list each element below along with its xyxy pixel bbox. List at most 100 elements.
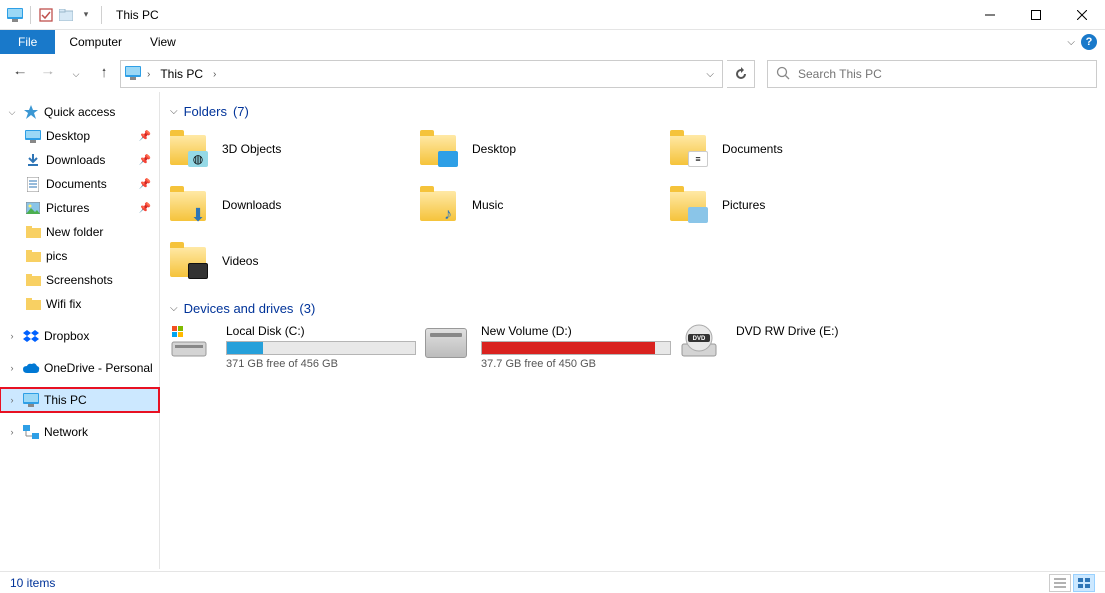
help-icon[interactable]: ? [1081,34,1097,50]
tiles-view-button[interactable] [1073,574,1095,592]
sidebar-item-screenshots[interactable]: Screenshots [0,268,159,292]
status-item-count: 10 items [10,576,55,590]
chevron-down-icon[interactable]: ⌵ [6,107,18,118]
chevron-down-icon[interactable]: ⌵ [170,106,178,117]
chevron-right-icon[interactable]: › [213,69,216,80]
sidebar-label: This PC [44,393,87,407]
sidebar-dropbox[interactable]: › Dropbox [0,324,159,348]
drive-label: DVD RW Drive (E:) [736,324,935,338]
folder-downloads[interactable]: ⬇ Downloads [170,183,420,227]
folder-3d-objects[interactable]: ◍ 3D Objects [170,127,420,171]
folder-videos[interactable]: Videos [170,239,420,283]
window-title: This PC [116,8,159,22]
sidebar-item-label: Desktop [46,129,90,143]
group-title: Folders [184,104,227,119]
sidebar-quick-access[interactable]: ⌵ Quick access [0,100,159,124]
sidebar-item-wififix[interactable]: Wifi fix [0,292,159,316]
folder-music[interactable]: ♪ Music [420,183,670,227]
chevron-right-icon[interactable]: › [6,363,18,373]
close-button[interactable] [1059,0,1105,30]
folder-label: Desktop [472,142,516,156]
folder-pictures[interactable]: Pictures [670,183,920,227]
sidebar-onedrive[interactable]: › OneDrive - Personal [0,356,159,380]
sidebar-item-label: Screenshots [46,273,113,287]
app-icon [6,6,24,24]
minimize-button[interactable] [967,0,1013,30]
folder-desktop[interactable]: Desktop [420,127,670,171]
hdd-icon [170,324,214,360]
folder-label: Downloads [222,198,281,212]
breadcrumb-this-pc[interactable]: This PC [156,67,207,81]
menu-view[interactable]: View [136,30,190,54]
svg-text:DVD: DVD [693,336,706,342]
qat-properties-icon[interactable] [37,6,55,24]
drive-free-text: 37.7 GB free of 450 GB [481,358,680,370]
forward-button[interactable]: 🠒 [36,62,60,86]
pc-icon [22,391,40,409]
downloads-icon [24,151,42,169]
sidebar-item-desktop[interactable]: Desktop 📌 [0,124,159,148]
chevron-down-icon[interactable]: ⌵ [170,303,178,314]
sidebar-this-pc[interactable]: › This PC [0,388,159,412]
capacity-bar [481,341,671,355]
sidebar-label: OneDrive - Personal [44,361,153,375]
navigation-pane: ⌵ Quick access Desktop 📌 Downloads 📌 Doc… [0,92,160,569]
ribbon-expand-icon[interactable]: ⌵ [1067,37,1075,48]
folder-icon [24,271,42,289]
sidebar-item-downloads[interactable]: Downloads 📌 [0,148,159,172]
folder-icon [24,223,42,241]
sidebar-label: Dropbox [44,329,89,343]
folder-icon [24,295,42,313]
chevron-right-icon[interactable]: › [6,331,18,341]
drive-new-volume-d[interactable]: New Volume (D:) 37.7 GB free of 450 GB [425,324,680,370]
pin-icon: 📌 [139,131,151,142]
sidebar-network[interactable]: › Network [0,420,159,444]
drive-dvd-e[interactable]: DVD DVD RW Drive (E:) [680,324,935,370]
menu-computer[interactable]: Computer [55,30,136,54]
sidebar-item-label: Wifi fix [46,297,81,311]
folder-label: Documents [722,142,783,156]
hdd-icon [425,324,469,360]
folder-label: Pictures [722,198,765,212]
sidebar-item-pictures[interactable]: Pictures 📌 [0,196,159,220]
onedrive-icon [22,359,40,377]
menu-file[interactable]: File [0,30,55,54]
folder-documents[interactable]: ≡ Documents [670,127,920,171]
pin-icon: 📌 [139,203,151,214]
sidebar-item-pics[interactable]: pics [0,244,159,268]
qat-newfolder-icon[interactable] [57,6,75,24]
maximize-button[interactable] [1013,0,1059,30]
address-pc-icon [125,66,141,83]
address-dropdown-icon[interactable]: ⌵ [706,69,718,80]
folder-label: 3D Objects [222,142,281,156]
search-input[interactable] [798,67,1088,81]
refresh-button[interactable] [727,60,755,88]
sidebar-item-label: Documents [46,177,107,191]
sidebar-item-label: pics [46,249,67,263]
details-view-button[interactable] [1049,574,1071,592]
capacity-bar [226,341,416,355]
drive-label: New Volume (D:) [481,324,680,338]
folder-label: Videos [222,254,258,268]
quick-access-icon [22,103,40,121]
group-drives-header[interactable]: ⌵ Devices and drives (3) [170,297,1105,324]
status-bar: 10 items [0,571,1105,593]
qat-dropdown-icon[interactable]: ▾ [77,6,95,24]
sidebar-item-documents[interactable]: Documents 📌 [0,172,159,196]
folder-label: Music [472,198,503,212]
recent-dropdown[interactable]: ⌵ [64,62,88,86]
sidebar-item-newfolder[interactable]: New folder [0,220,159,244]
drive-local-c[interactable]: Local Disk (C:) 371 GB free of 456 GB [170,324,425,370]
group-folders-header[interactable]: ⌵ Folders (7) [170,100,1105,127]
menu-bar: File Computer View ⌵ ? [0,30,1105,54]
chevron-right-icon[interactable]: › [147,69,150,80]
chevron-right-icon[interactable]: › [6,427,18,437]
sidebar-label: Network [44,425,88,439]
address-bar[interactable]: › This PC › ⌵ [120,60,723,88]
search-box[interactable] [767,60,1097,88]
chevron-right-icon[interactable]: › [6,395,18,405]
up-button[interactable]: 🠑 [92,62,116,86]
group-title: Devices and drives [184,301,294,316]
documents-icon [24,175,42,193]
back-button[interactable]: 🠐 [8,62,32,86]
